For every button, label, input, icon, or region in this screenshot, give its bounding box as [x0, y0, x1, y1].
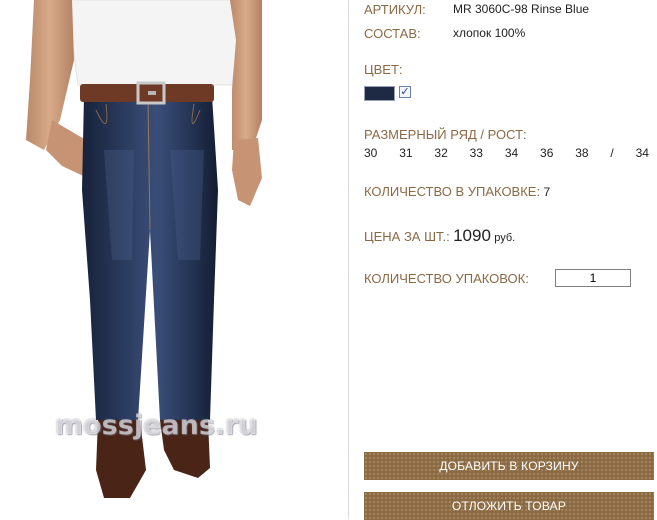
size-list: 30 31 32 33 34 36 38 / 34	[364, 146, 649, 160]
size-item: 36	[540, 146, 554, 160]
pack-quantity-label: КОЛИЧЕСТВО В УПАКОВКЕ:	[364, 184, 541, 199]
size-item: 34	[504, 146, 519, 160]
price-label: ЦЕНА ЗА ШТ.:	[364, 229, 450, 244]
article-label: АРТИКУЛ:	[364, 2, 426, 17]
price-row: ЦЕНА ЗА ШТ.: 1090 руб.	[364, 226, 515, 246]
packs-quantity-label: КОЛИЧЕСТВО УПАКОВОК:	[364, 271, 529, 286]
product-photo[interactable]: mossjeans.ru	[0, 0, 349, 519]
color-swatch[interactable]	[364, 86, 395, 101]
postpone-item-button[interactable]: ОТЛОЖИТЬ ТОВАР	[364, 492, 654, 520]
price-currency: руб.	[494, 232, 516, 244]
size-range-label: РАЗМЕРНЫЙ РЯД / РОСТ:	[364, 127, 527, 142]
size-item: 38	[575, 146, 589, 160]
size-item: 30	[364, 146, 378, 160]
watermark-text: mossjeans.ru	[55, 410, 258, 441]
composition-value: хлопок 100%	[453, 26, 526, 40]
height-item: 34	[635, 146, 649, 160]
color-label: ЦВЕТ:	[364, 62, 403, 77]
packs-quantity-input[interactable]	[555, 269, 631, 287]
size-item: 31	[399, 146, 413, 160]
composition-label: СОСТАВ:	[364, 26, 421, 41]
price-value: 1090	[453, 226, 491, 245]
size-item: 32	[434, 146, 448, 160]
pack-quantity-row: КОЛИЧЕСТВО В УПАКОВКЕ: 7	[364, 184, 550, 199]
pack-quantity-value: 7	[543, 185, 551, 199]
size-separator: /	[610, 146, 614, 160]
color-checkbox[interactable]: ✓	[399, 86, 411, 98]
add-to-cart-button[interactable]: ДОБАВИТЬ В КОРЗИНУ	[364, 452, 654, 480]
composition-row: СОСТАВ: хлопок 100%	[364, 26, 525, 41]
size-item: 33	[469, 146, 483, 160]
article-row: АРТИКУЛ: MR 3060C-98 Rinse Blue	[364, 2, 589, 17]
jeans-model-image	[26, 0, 262, 498]
article-value: MR 3060C-98 Rinse Blue	[453, 2, 590, 16]
